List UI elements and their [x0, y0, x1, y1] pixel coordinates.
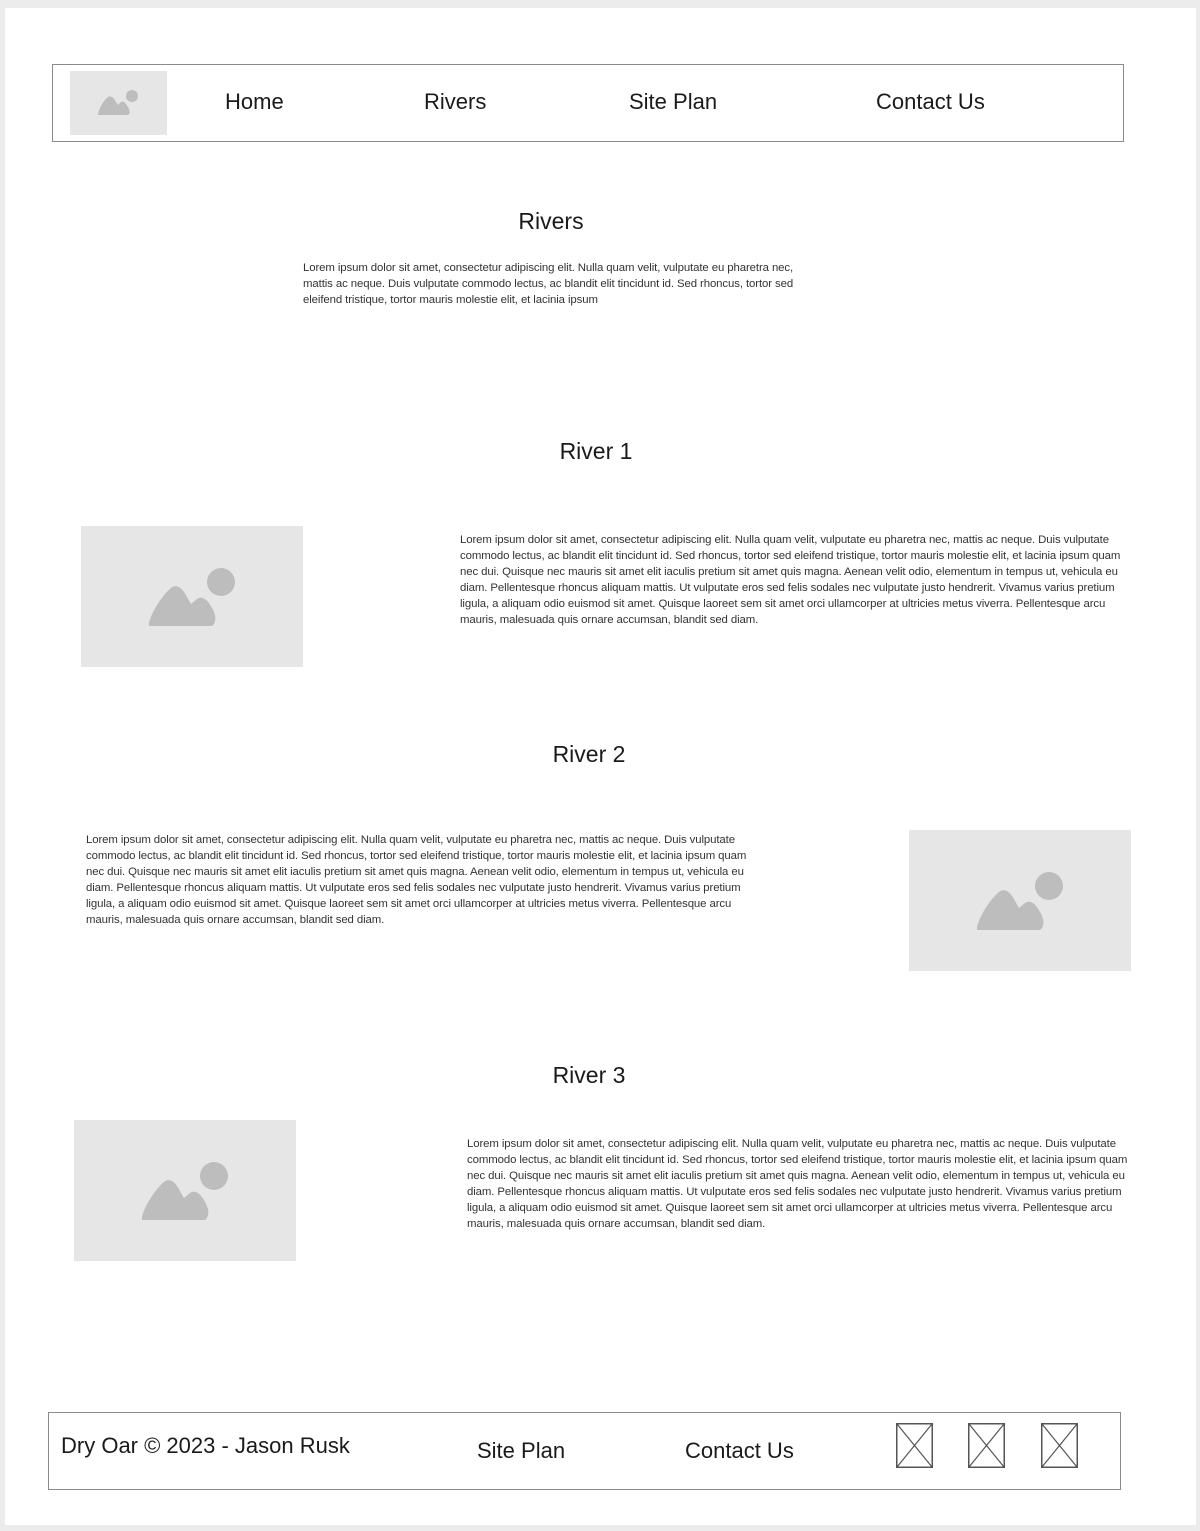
footer-contact-us-link[interactable]: Contact Us: [685, 1438, 794, 1464]
footer-copyright: Dry Oar © 2023 - Jason Rusk: [61, 1433, 350, 1458]
river-1-text: Lorem ipsum dolor sit amet, consectetur …: [460, 534, 1121, 626]
footer-site-plan-link[interactable]: Site Plan: [477, 1438, 565, 1464]
image-placeholder-icon: [98, 90, 138, 115]
social-placeholder-icon[interactable]: [968, 1423, 1005, 1468]
river-3-image: [74, 1120, 296, 1261]
page: Home Rivers Site Plan Contact Us Rivers …: [5, 8, 1196, 1525]
image-placeholder-icon: [148, 568, 235, 626]
river-2-image: [909, 830, 1131, 971]
social-placeholder-icon[interactable]: [1041, 1423, 1078, 1468]
river-1-image: [81, 526, 303, 667]
river-2-title: River 2: [552, 741, 626, 767]
social-placeholder-icon[interactable]: [896, 1423, 933, 1468]
nav-home-link[interactable]: Home: [225, 89, 284, 115]
river-1-title: River 1: [559, 438, 633, 464]
page-title: Rivers: [518, 208, 584, 234]
logo[interactable]: [70, 71, 167, 135]
header-nav: Home Rivers Site Plan Contact Us: [52, 64, 1124, 142]
intro-text: Lorem ipsum dolor sit amet, consectetur …: [303, 262, 794, 306]
nav-rivers-link[interactable]: Rivers: [424, 89, 486, 115]
image-placeholder-icon: [141, 1162, 228, 1220]
nav-contact-us-link[interactable]: Contact Us: [876, 89, 985, 115]
footer: Dry Oar © 2023 - Jason Rusk Site Plan Co…: [48, 1412, 1121, 1490]
river-3-text: Lorem ipsum dolor sit amet, consectetur …: [467, 1138, 1128, 1230]
river-2-text: Lorem ipsum dolor sit amet, consectetur …: [86, 834, 747, 926]
image-placeholder-icon: [976, 872, 1063, 930]
river-3-title: River 3: [552, 1062, 626, 1088]
nav-site-plan-link[interactable]: Site Plan: [629, 89, 717, 115]
